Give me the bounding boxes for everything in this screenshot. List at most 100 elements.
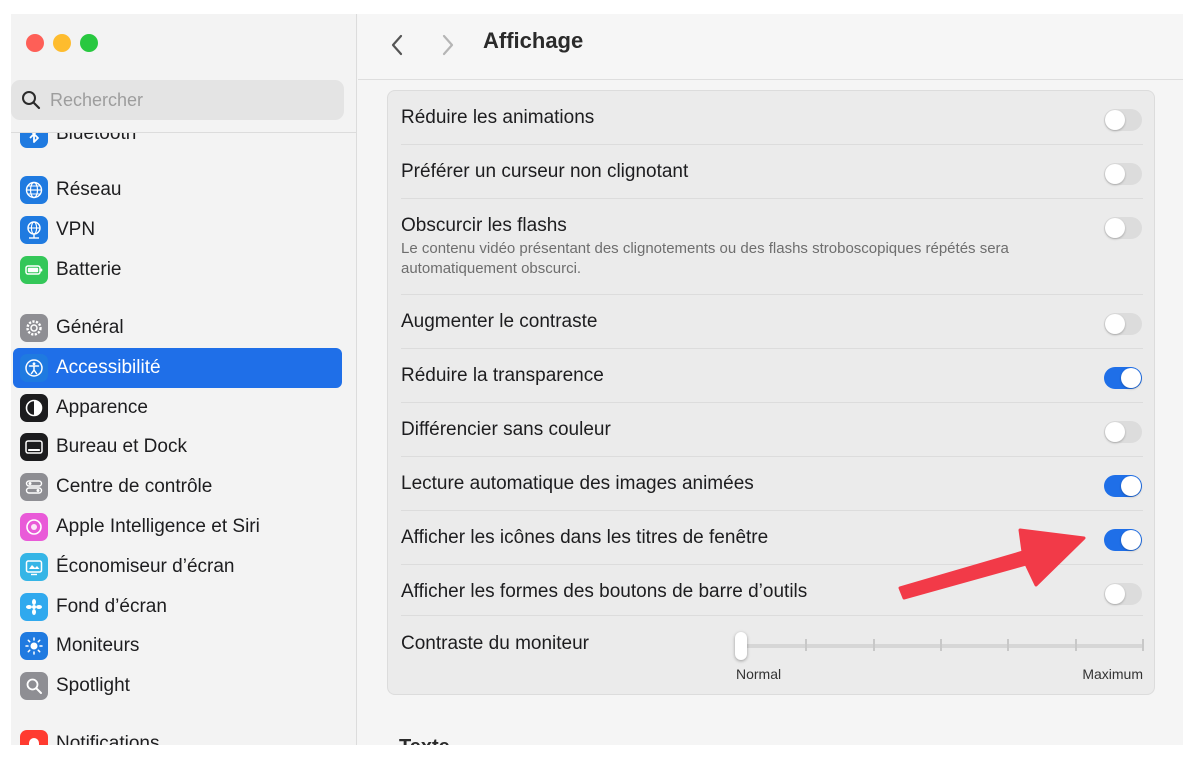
zoom-window-button[interactable] <box>80 34 98 52</box>
sidebar-item-gear[interactable]: Général <box>13 308 342 348</box>
toggle-knob <box>1105 584 1125 604</box>
gear-icon <box>20 314 48 342</box>
sidebar-item-accessibility[interactable]: Accessibilité <box>13 348 342 388</box>
toggle-switch[interactable] <box>1104 529 1142 551</box>
contrast-slider-thumb[interactable] <box>735 632 747 660</box>
sidebar-item-label: Fond d’écran <box>56 596 167 617</box>
setting-row: Obscurcir les flashs Le contenu vidéo pré… <box>401 199 1143 295</box>
setting-row: Lecture automatique des images animées <box>401 457 1143 511</box>
window-controls <box>26 34 98 52</box>
setting-label: Augmenter le contraste <box>401 311 598 332</box>
sidebar-item-globe-network[interactable]: VPN <box>13 210 342 250</box>
globe-network-icon <box>20 216 48 244</box>
toggle-switch[interactable] <box>1104 367 1142 389</box>
contrast-row: Contraste du moniteur Normal Maximum <box>401 616 1144 694</box>
sidebar: Bluetooth Réseau VPN Batterie Général Accessi… <box>11 14 357 745</box>
sidebar-item-globe[interactable]: Réseau <box>13 170 342 210</box>
toggle-switch[interactable] <box>1104 313 1142 335</box>
toggle-knob <box>1105 110 1125 130</box>
sidebar-item-label: Notifications <box>56 733 160 745</box>
sidebar-item-dock[interactable]: Bureau et Dock <box>13 427 342 467</box>
sidebar-item-battery[interactable]: Batterie <box>13 250 342 290</box>
sidebar-item-label: Apparence <box>56 397 148 418</box>
sun-icon <box>20 632 48 660</box>
bluetooth-icon <box>20 133 48 148</box>
setting-row: Afficher les icônes dans les titres de f… <box>401 511 1143 565</box>
sidebar-item-label: Apple Intelligence et Siri <box>56 516 260 537</box>
settings-window: Bluetooth Réseau VPN Batterie Général Accessi… <box>11 14 1183 745</box>
sidebar-item-wallpaper[interactable]: Fond d’écran <box>13 587 342 627</box>
setting-row: Réduire la transparence <box>401 349 1143 403</box>
toggle-knob <box>1105 218 1125 238</box>
chevron-right-icon <box>442 34 454 56</box>
control-center-icon <box>20 473 48 501</box>
search-input[interactable] <box>50 89 310 111</box>
sidebar-item-sun[interactable]: Moniteurs <box>13 626 342 666</box>
minimize-window-button[interactable] <box>53 34 71 52</box>
setting-row: Différencier sans couleur <box>401 403 1143 457</box>
accessibility-icon <box>20 354 48 382</box>
toggle-switch[interactable] <box>1104 163 1142 185</box>
setting-row: Afficher les formes des boutons de barre… <box>401 565 1143 616</box>
sidebar-item-label: Général <box>56 317 124 338</box>
setting-row: Augmenter le contraste <box>401 295 1143 349</box>
setting-row: Préférer un curseur non clignotant <box>401 145 1143 199</box>
setting-label: Préférer un curseur non clignotant <box>401 161 689 182</box>
sidebar-item-siri[interactable]: Apple Intelligence et Siri <box>13 507 342 547</box>
sidebar-item-control-center[interactable]: Centre de contrôle <box>13 467 342 507</box>
sidebar-item-label: Spotlight <box>56 675 130 696</box>
setting-row: Réduire les animations <box>401 91 1143 145</box>
sidebar-item-label: Accessibilité <box>56 357 161 378</box>
setting-description: Le contenu vidéo présentant des clignote… <box>401 240 1009 277</box>
divider <box>11 132 356 133</box>
page-title: Affichage <box>483 28 584 53</box>
main-content: Affichage Réduire les animations Préférer… <box>358 14 1183 745</box>
setting-label: Obscurcir les flashs <box>401 215 567 236</box>
search-field[interactable] <box>11 80 344 120</box>
battery-icon <box>20 256 48 284</box>
sidebar-item-label: Batterie <box>56 259 122 280</box>
slider-tick <box>1142 639 1144 651</box>
sidebar-item-appearance[interactable]: Apparence <box>13 388 342 428</box>
toggle-switch[interactable] <box>1104 475 1142 497</box>
slider-tick <box>873 639 875 651</box>
toggle-knob <box>1121 530 1141 550</box>
next-section-heading: Texte <box>399 736 450 745</box>
sidebar-item-screensaver[interactable]: Économiseur d’écran <box>13 547 342 587</box>
slider-tick <box>805 639 807 651</box>
slider-tick <box>1007 639 1009 651</box>
back-button[interactable] <box>382 30 412 60</box>
bell-icon <box>20 730 48 745</box>
toggle-switch[interactable] <box>1104 421 1142 443</box>
toggle-knob <box>1105 422 1125 442</box>
sidebar-item-bluetooth[interactable]: Bluetooth <box>13 133 342 154</box>
siri-icon <box>20 513 48 541</box>
wallpaper-icon <box>20 593 48 621</box>
sidebar-item-spotlight[interactable]: Spotlight <box>13 666 342 706</box>
toggle-knob <box>1121 476 1141 496</box>
close-window-button[interactable] <box>26 34 44 52</box>
toggle-switch[interactable] <box>1104 583 1142 605</box>
chevron-left-icon <box>391 34 403 56</box>
toggle-knob <box>1121 368 1141 388</box>
slider-tick <box>940 639 942 651</box>
toggle-knob <box>1105 164 1125 184</box>
sidebar-item-label: Bureau et Dock <box>56 436 187 457</box>
contrast-label: Contraste du moniteur <box>401 633 589 654</box>
sidebar-item-label: Centre de contrôle <box>56 476 213 497</box>
screensaver-icon <box>20 553 48 581</box>
sidebar-item-bell[interactable]: Notifications <box>13 724 342 745</box>
globe-icon <box>20 176 48 204</box>
forward-button[interactable] <box>433 30 463 60</box>
sidebar-item-label: Économiseur d’écran <box>56 556 235 577</box>
sidebar-item-label: Réseau <box>56 179 122 200</box>
sidebar-item-label: VPN <box>56 219 96 240</box>
toggle-knob <box>1105 314 1125 334</box>
toggle-switch[interactable] <box>1104 109 1142 131</box>
setting-label: Afficher les formes des boutons de barre… <box>401 581 808 602</box>
sidebar-item-label: Moniteurs <box>56 635 140 656</box>
toggle-switch[interactable] <box>1104 217 1142 239</box>
setting-label: Afficher les icônes dans les titres de f… <box>401 527 769 548</box>
slider-max-label: Maximum <box>1082 666 1143 682</box>
setting-label: Différencier sans couleur <box>401 419 611 440</box>
